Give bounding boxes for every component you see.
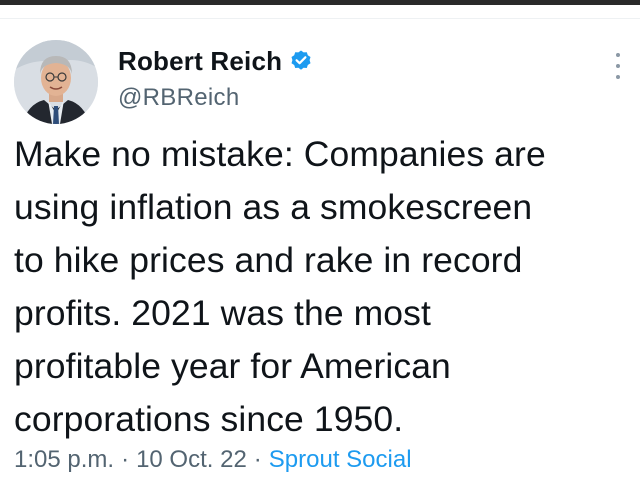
name-row: Robert Reich — [118, 44, 313, 78]
tweet-header: Robert Reich @RBReich — [118, 44, 313, 112]
tweet-time[interactable]: 1:05 p.m. — [14, 446, 114, 473]
user-handle[interactable]: @RBReich — [118, 84, 313, 112]
top-divider — [0, 18, 640, 19]
tweet-text: Make no mistake: Companies are using inf… — [14, 134, 546, 439]
display-name[interactable]: Robert Reich — [118, 46, 282, 77]
verified-badge-icon — [289, 49, 313, 73]
tweet-meta: 1:05 p.m. · 10 Oct. 22 · Sprout Social — [14, 446, 412, 474]
meta-separator: · — [253, 446, 262, 473]
tweet-date[interactable]: 10 Oct. 22 — [136, 446, 247, 473]
top-edge-bar — [0, 0, 640, 5]
meta-separator: · — [121, 446, 130, 473]
more-options-icon[interactable] — [614, 53, 622, 79]
avatar[interactable] — [14, 40, 98, 124]
tweet-source-link[interactable]: Sprout Social — [269, 446, 412, 473]
avatar-photo — [14, 40, 98, 124]
